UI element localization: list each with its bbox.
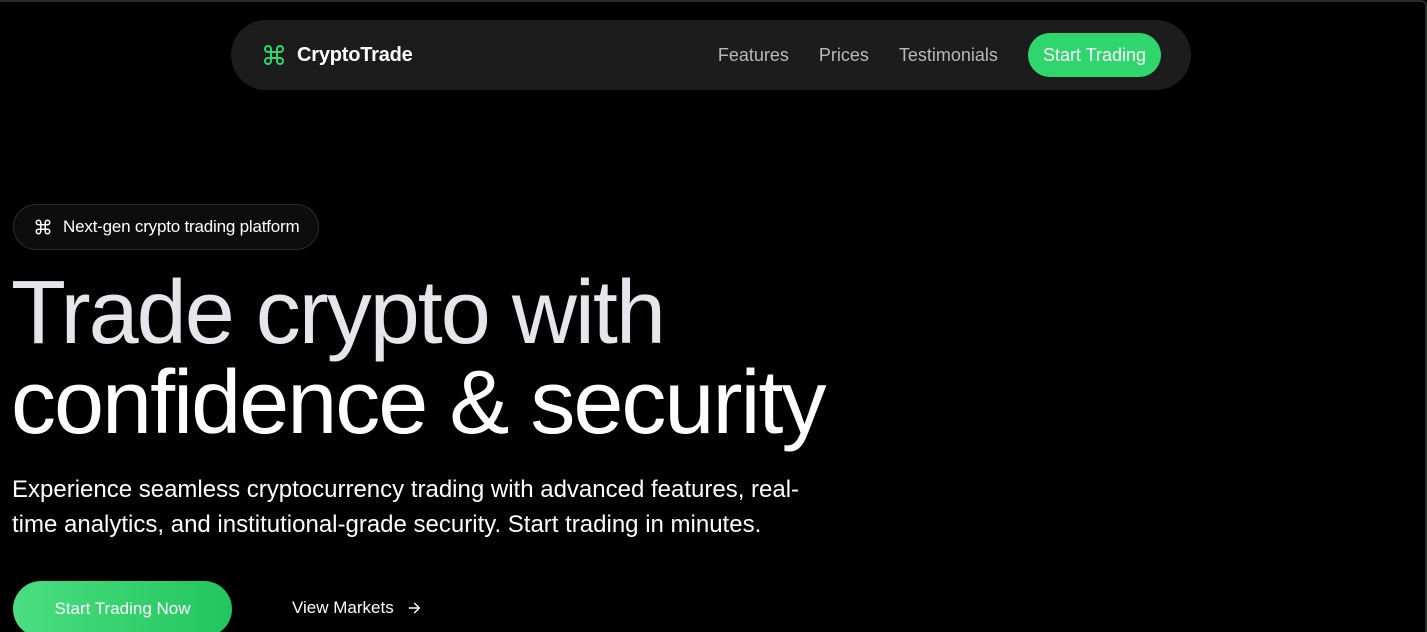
headline-line-1: Trade crypto with <box>11 263 666 363</box>
landing-page: CryptoTrade Features Prices Testimonials… <box>0 0 1427 632</box>
hero-headline: Trade crypto with confidence & security <box>11 268 911 448</box>
view-markets-label: View Markets <box>292 598 394 617</box>
command-icon <box>261 42 287 68</box>
start-trading-now-button[interactable]: Start Trading Now <box>13 581 232 632</box>
nav-link-testimonials[interactable]: Testimonials <box>899 45 998 66</box>
headline-line-2: confidence & security <box>11 353 826 453</box>
top-navbar: CryptoTrade Features Prices Testimonials… <box>231 20 1191 90</box>
hero-subtext: Experience seamless cryptocurrency tradi… <box>12 476 800 538</box>
command-icon <box>33 217 53 237</box>
nav-links: Features Prices Testimonials Start Tradi… <box>718 33 1161 77</box>
view-markets-button[interactable]: View Markets <box>292 594 422 622</box>
brand-name: CryptoTrade <box>297 43 413 66</box>
arrow-right-icon <box>406 600 422 616</box>
brand[interactable]: CryptoTrade <box>261 42 413 68</box>
badge-text: Next-gen crypto trading platform <box>63 217 300 236</box>
nav-link-prices[interactable]: Prices <box>819 45 869 66</box>
nav-link-features[interactable]: Features <box>718 45 789 66</box>
hero-badge: Next-gen crypto trading platform <box>13 204 320 250</box>
start-trading-button[interactable]: Start Trading <box>1027 33 1161 77</box>
